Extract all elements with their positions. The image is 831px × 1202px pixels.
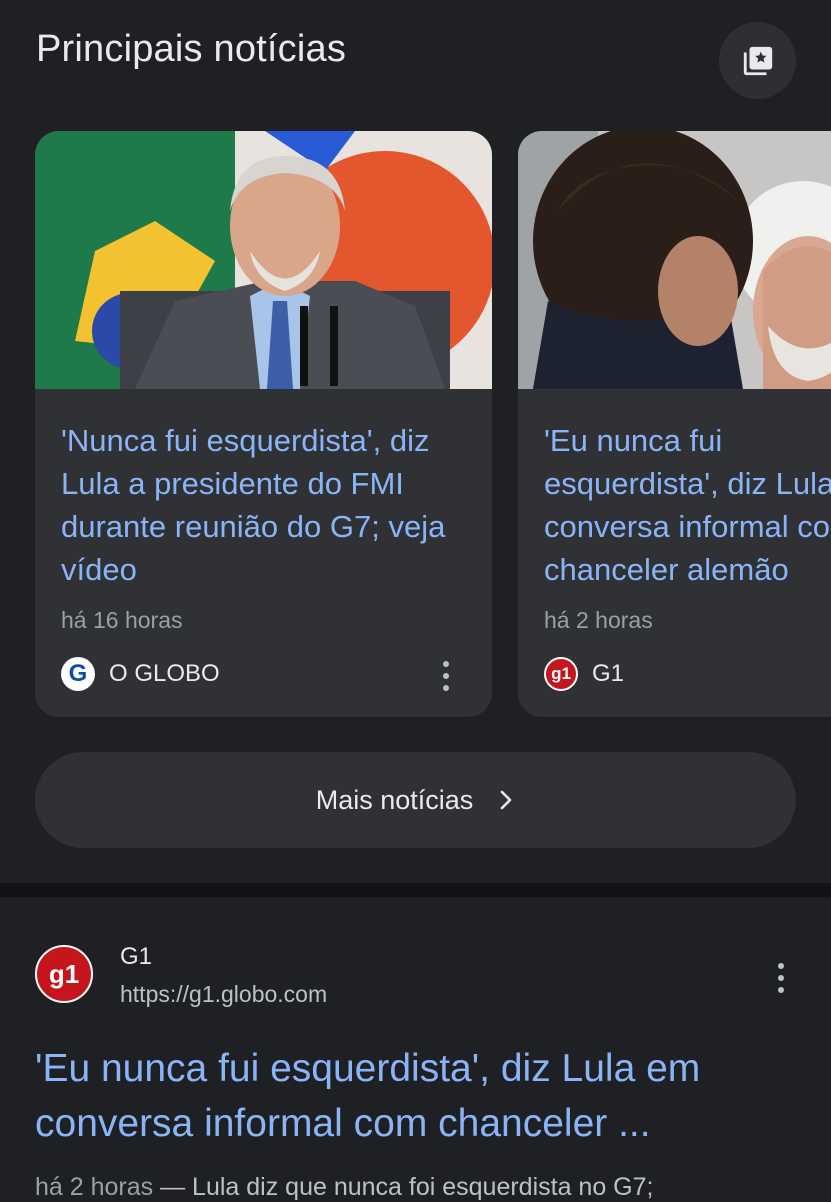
news-time: há 16 horas — [61, 607, 183, 633]
more-news-button[interactable]: Mais notícias — [35, 752, 796, 848]
top-stories-section: Principais notícias 'Nunca fui esquerdis… — [0, 0, 831, 883]
section-title: Principais notícias — [36, 28, 347, 70]
source-name: G1 — [592, 660, 625, 687]
more-news-label: Mais notícias — [315, 784, 474, 815]
source-name: O GLOBO — [109, 660, 220, 687]
result-time: há 2 horas — [35, 1173, 154, 1201]
news-photo — [35, 131, 492, 389]
news-time: há 2 horas — [544, 607, 653, 633]
news-card[interactable]: 'Nunca fui esquerdista', diz Lula a pres… — [35, 131, 492, 717]
collections-button[interactable] — [719, 22, 796, 99]
news-photo — [518, 131, 831, 389]
news-source: G O GLOBO — [61, 656, 220, 692]
chevron-right-icon — [500, 790, 512, 810]
g1-logo-icon: g1 — [544, 657, 578, 691]
more-options-icon[interactable] — [436, 661, 456, 691]
news-card[interactable]: 'Eu nunca fui esquerdista', diz Lula em … — [518, 131, 831, 717]
news-source: g1 G1 — [544, 656, 624, 692]
result-title-link[interactable]: 'Eu nunca fui esquerdista', diz Lula em … — [35, 1041, 805, 1151]
snippet-separator: — — [153, 1173, 193, 1201]
news-headline[interactable]: 'Eu nunca fui esquerdista', diz Lula em … — [544, 419, 831, 591]
result-site-name[interactable]: G1 — [120, 943, 152, 971]
collections-star-icon — [743, 46, 772, 75]
section-divider — [0, 883, 831, 897]
result-snippet: há 2 horas — Lula diz que nunca foi esqu… — [35, 1173, 831, 1202]
search-result: g1 G1 https://g1.globo.com 'Eu nunca fui… — [0, 897, 831, 1202]
news-headline[interactable]: 'Nunca fui esquerdista', diz Lula a pres… — [61, 419, 481, 591]
more-options-icon[interactable] — [771, 963, 791, 993]
snippet-text: Lula diz que nunca foi esquerdista no G7… — [192, 1173, 654, 1201]
g1-logo-icon[interactable]: g1 — [35, 945, 93, 1003]
result-url[interactable]: https://g1.globo.com — [120, 981, 327, 1008]
o-globo-logo-icon: G — [61, 657, 95, 691]
